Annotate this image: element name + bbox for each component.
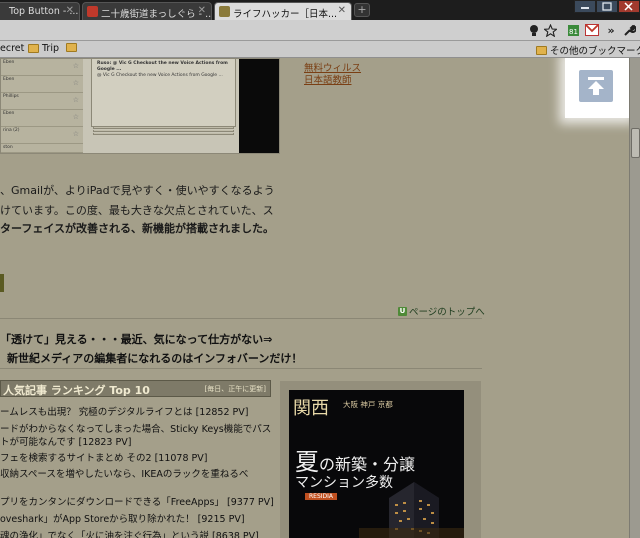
promo-line-1[interactable]: 「透けて」見える・・・最近、気になって仕方がない⇒ [0,331,272,347]
close-icon[interactable]: ✕ [198,5,206,16]
bookmark-secret[interactable]: ecret [0,43,24,54]
bookmark-trip[interactable]: Trip [28,43,59,54]
ad-banner[interactable]: 関西 大阪 神戸 京都 夏の新築・分譲 マンション多数 RESIDIA [289,390,464,538]
card-stack-edge [93,130,234,132]
bookmark-label: ecret [0,43,25,54]
divider [0,318,482,319]
folder-icon [28,44,39,53]
favicon-icon [219,6,230,17]
favicon-icon [87,6,98,17]
gmail-screenshot-image: Eben ☆ Eben ☆ Phillips ☆ Eben ☆ rina (2) ☆ st… [0,58,280,154]
ranking-note: [毎日、正午に更新] [204,385,266,393]
browser-window: Top Button - ... ✕ 二十歳街道まっしぐら - ... ✕ ライ… [0,0,640,538]
tab-strip: Top Button - ... ✕ 二十歳街道まっしぐら - ... ✕ ライ… [0,0,640,20]
star-icon[interactable] [543,23,557,37]
close-window-button[interactable] [618,0,640,13]
maximize-icon [602,2,612,11]
card-stack-edge [93,133,234,135]
list-item: ston [1,144,83,153]
tab-label: 二十歳街道まっしぐら - ... [101,9,212,20]
mail-list: Eben ☆ Eben ☆ Phillips ☆ Eben ☆ rina (2) ☆ st… [1,59,83,153]
back-to-top-button[interactable] [565,58,629,118]
folder-icon [536,45,547,55]
arrow-up-bar-icon [588,77,604,95]
back-to-top-icon[interactable] [579,70,613,102]
dark-panel [239,59,279,153]
article-line-2: けています。この度、最も大きな欠点とされていた、ス [0,204,274,217]
ranking-item[interactable]: ームレスも出現？ 究極のデジタルライフとは [12852 PV] [0,404,248,418]
ranking-item[interactable]: トが可能なんです [12823 PV] [0,434,131,448]
ranking-item[interactable]: ードがわからなくなってしまった場合、Sticky Keys機能でパス [0,421,271,435]
ad-subline: マンション多数 [295,475,393,491]
preview-body: @ Vic G Checkout the new Voice Actions f… [97,73,223,78]
link-japanese-teacher[interactable]: 日本語教師 [304,72,352,86]
ranking-title: 人気記事 ランキング Top 10 [3,384,150,397]
bulb-icon[interactable] [527,23,541,37]
list-item: Eben ☆ [1,110,83,127]
tab-label: ライフハッカー［日本... [233,9,338,20]
promo-line-2[interactable]: 新世紀メディアの編集者になれるのはインフォバーンだけ！ [7,350,302,366]
new-tab-button[interactable]: + [354,3,370,17]
list-item: Phillips ☆ [1,93,83,110]
ranking-item[interactable]: プリをカンタンにダウンロードできる「FreeApps」 [9377 PV] [0,494,274,508]
maximize-button[interactable] [596,0,618,13]
gmail-icon[interactable] [585,23,599,37]
wrench-icon[interactable] [622,23,636,37]
page-top-link[interactable]: U ページのトップへ [398,304,485,318]
page-content: Eben ☆ Eben ☆ Phillips ☆ Eben ☆ rina (2) ☆ st… [0,58,629,538]
bookmark-folder[interactable] [66,43,77,52]
other-bookmarks-label: その他のブックマーク [550,46,640,57]
close-window-icon [624,2,633,11]
ranking-header: 人気記事 ランキング Top 10 [毎日、正午に更新] [0,380,271,397]
ranking-item[interactable]: 収納スペースを増やしたいなら、IKEAのラックを重ねるべ [0,466,248,480]
ad-header: 関西 大阪 神戸 京都 [289,390,464,419]
ad-frame: 関西 大阪 神戸 京都 夏の新築・分譲 マンション多数 RESIDIA [280,381,481,538]
ad-tag: RESIDIA [305,493,338,500]
tab-lifehacker[interactable]: ライフハッカー［日本... ✕ [214,2,352,20]
card-stack-edge [93,127,234,129]
minimize-button[interactable] [574,0,596,13]
vertical-scrollbar[interactable] [629,58,640,538]
bookmarks-bar: ecret Trip その他のブックマーク [0,41,640,58]
article-line-3: ターフェイスが改善される、新機能が搭載されました。 [0,222,275,235]
toolbar: 81 » [0,20,640,41]
article-line-1: 、Gmailが、よりiPadで見やすく・使いやすくなるよう [0,184,275,197]
divider [0,368,482,369]
mail-preview-card: Ruso: @ Vic G Checkout the new Voice Act… [91,59,236,127]
ad-region: 関西 [293,398,329,419]
ranking-item[interactable]: 魂の浄化」でなく「火に油を注ぐ行為」という説 [8638 PV] [0,528,259,538]
list-item: Eben ☆ [1,76,83,93]
up-arrow-icon: U [398,306,407,316]
ranking-item[interactable]: oveshark」がApp Storeから取り除かれた！ [9215 PV] [0,511,245,525]
overflow-chevron-icon[interactable]: » [604,23,618,37]
scrollbar-thumb[interactable] [631,128,640,158]
preview-title: Ruso: @ Vic G Checkout the new Voice Act… [97,61,228,72]
close-icon[interactable]: ✕ [338,5,346,16]
other-bookmarks[interactable]: その他のブックマーク [536,43,640,57]
ranking-item[interactable]: フェを検索するサイトまとめ その2 [11078 PV] [0,450,207,464]
olive-marker [0,274,4,292]
tab-blog[interactable]: 二十歳街道まっしぐら - ... ✕ [82,2,212,20]
extension-icon[interactable]: 81 [566,23,580,37]
ad-cities: 大阪 神戸 京都 [343,400,393,409]
bookmark-label: Trip [42,43,59,54]
minimize-icon [581,7,589,9]
page-top-label: ページのトップへ [409,307,485,318]
close-icon[interactable]: ✕ [66,5,74,16]
list-item: Eben ☆ [1,59,83,76]
folder-icon [66,43,77,52]
list-item: rina (2) ☆ [1,127,83,144]
tab-top-button[interactable]: Top Button - ... ✕ [0,2,80,20]
svg-text:81: 81 [569,28,578,36]
